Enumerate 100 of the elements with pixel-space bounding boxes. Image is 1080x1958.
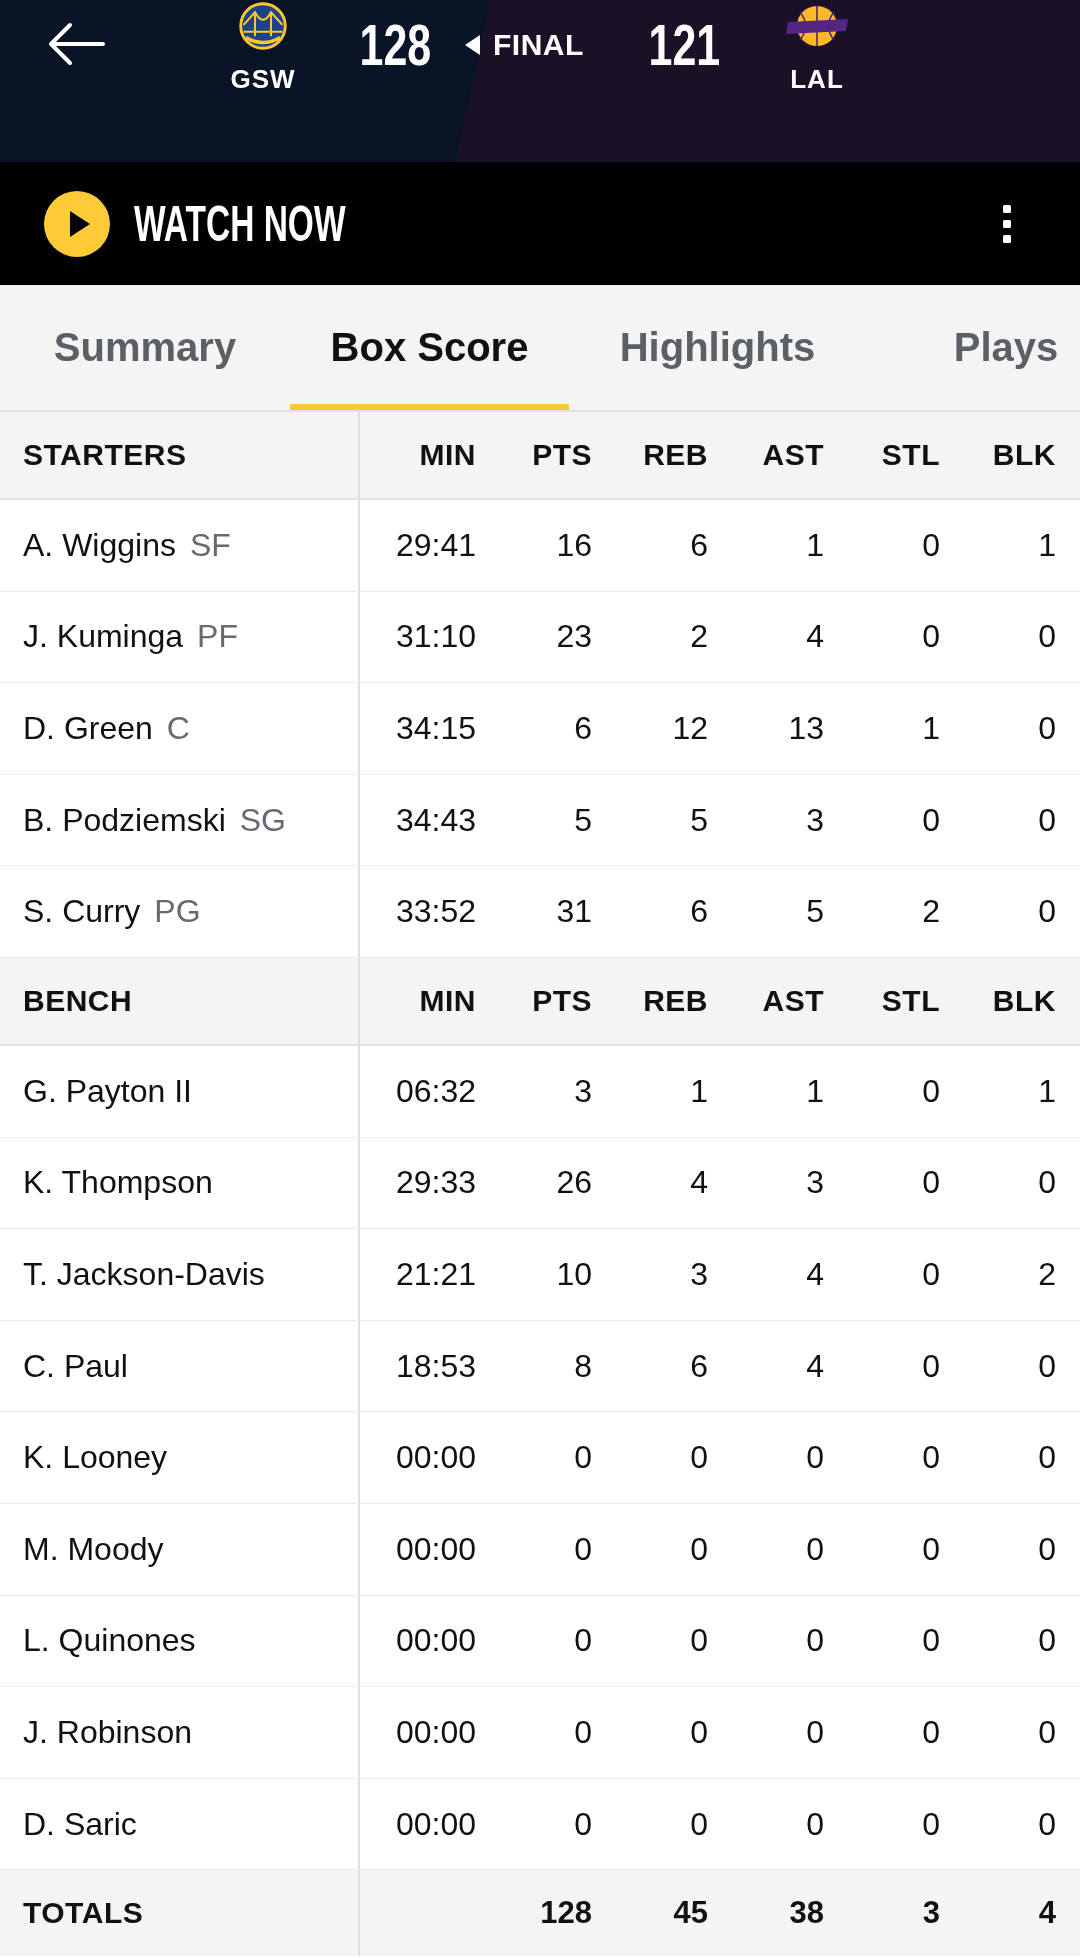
player-name: C. Paul bbox=[23, 1347, 128, 1385]
stat-value: 6 bbox=[690, 1347, 708, 1384]
stat-value: 31:10 bbox=[395, 618, 476, 655]
stat-value: 0 bbox=[690, 1805, 708, 1842]
column-header: STL bbox=[881, 438, 940, 471]
stat-value: 0 bbox=[922, 801, 940, 838]
stat-value: 0 bbox=[574, 1713, 592, 1750]
stat-value: 0 bbox=[1038, 893, 1056, 930]
total-value: 128 bbox=[540, 1895, 592, 1931]
stat-value: 1 bbox=[690, 1072, 708, 1109]
stat-value: 34:43 bbox=[395, 801, 476, 838]
player-name: D. Saric bbox=[23, 1805, 137, 1843]
player-position: SG bbox=[239, 801, 286, 839]
column-header: PTS bbox=[532, 438, 592, 471]
stat-value: 4 bbox=[806, 618, 824, 655]
column-header: AST bbox=[762, 438, 824, 471]
stat-value: 33:52 bbox=[395, 893, 476, 930]
stat-value: 2 bbox=[922, 893, 940, 930]
player-position: C bbox=[166, 710, 190, 747]
column-header: MIN bbox=[419, 438, 476, 471]
back-arrow-icon bbox=[47, 22, 105, 66]
player-name: D. Green bbox=[23, 710, 153, 747]
tab[interactable]: Highlights bbox=[569, 285, 866, 410]
stat-value: 0 bbox=[922, 1072, 940, 1109]
stat-value: 0 bbox=[922, 618, 940, 655]
stat-value: 3 bbox=[806, 1164, 824, 1201]
vertical-dots-icon bbox=[1003, 204, 1011, 243]
stat-value: 00:00 bbox=[395, 1530, 476, 1567]
game-status: FINAL bbox=[493, 28, 584, 62]
tab[interactable]: Plays bbox=[866, 285, 1080, 410]
stat-value: 1 bbox=[806, 1072, 824, 1109]
player-position: PF bbox=[197, 618, 238, 656]
stat-value: 8 bbox=[574, 1347, 592, 1384]
stat-value: 3 bbox=[690, 1255, 708, 1292]
stat-value: 0 bbox=[1038, 1530, 1056, 1567]
stat-value: 0 bbox=[922, 1347, 940, 1384]
stat-value: 0 bbox=[1038, 1713, 1056, 1750]
stat-value: 0 bbox=[1038, 1347, 1056, 1384]
stat-value: 00:00 bbox=[395, 1622, 476, 1659]
stat-value: 0 bbox=[690, 1622, 708, 1659]
stat-value: 0 bbox=[690, 1713, 708, 1750]
stat-value: 0 bbox=[922, 1530, 940, 1567]
column-header: AST bbox=[762, 983, 824, 1017]
stat-value: 26 bbox=[556, 1164, 592, 1201]
stat-value: 0 bbox=[574, 1805, 592, 1842]
stat-value: 18:53 bbox=[395, 1347, 476, 1384]
stat-value: 0 bbox=[806, 1530, 824, 1567]
bridge-logo-icon bbox=[239, 2, 287, 50]
team-abbreviation: LAL bbox=[790, 64, 844, 94]
totals-label: TOTALS bbox=[23, 1896, 144, 1931]
stat-value: 2 bbox=[1038, 1255, 1056, 1292]
column-header: REB bbox=[643, 438, 708, 471]
stat-value: 0 bbox=[922, 1164, 940, 1201]
stat-value: 16 bbox=[556, 526, 592, 563]
total-value: 38 bbox=[789, 1895, 824, 1931]
ball-logo-icon bbox=[785, 4, 849, 48]
stat-value: 0 bbox=[922, 526, 940, 563]
player-name: L. Quinones bbox=[23, 1622, 196, 1660]
player-position: SF bbox=[189, 526, 231, 564]
player-name: S. Curry bbox=[23, 893, 141, 931]
stat-value: 3 bbox=[806, 801, 824, 838]
player-name: T. Jackson-Davis bbox=[23, 1255, 265, 1293]
column-header: REB bbox=[643, 983, 708, 1017]
stat-value: 06:32 bbox=[395, 1072, 476, 1109]
player-name: B. Podziemski bbox=[23, 801, 226, 839]
column-header: BLK bbox=[992, 438, 1056, 471]
stat-value: 1 bbox=[1038, 1072, 1056, 1109]
player-name: M. Moody bbox=[23, 1530, 164, 1568]
stat-value: 0 bbox=[806, 1622, 824, 1659]
stat-value: 1 bbox=[922, 710, 940, 746]
stat-value: 21:21 bbox=[395, 1255, 476, 1292]
play-icon bbox=[44, 190, 110, 257]
stat-value: 0 bbox=[922, 1255, 940, 1292]
stat-value: 0 bbox=[690, 1530, 708, 1567]
section-title: BENCH bbox=[23, 983, 133, 1018]
stat-value: 0 bbox=[1038, 618, 1056, 655]
stat-value: 5 bbox=[806, 893, 824, 930]
back-button[interactable] bbox=[47, 22, 105, 66]
player-name: J. Kuminga bbox=[23, 618, 184, 656]
watch-now-button[interactable]: WATCH NOW bbox=[44, 183, 344, 264]
stat-value: 4 bbox=[806, 1255, 824, 1292]
stat-value: 0 bbox=[922, 1622, 940, 1659]
stat-value: 00:00 bbox=[395, 1713, 476, 1750]
stat-value: 0 bbox=[922, 1439, 940, 1476]
stat-value: 0 bbox=[1038, 1622, 1056, 1659]
stat-value: 2 bbox=[690, 618, 708, 655]
stat-value: 1 bbox=[1038, 526, 1056, 563]
stat-value: 6 bbox=[690, 893, 708, 930]
stat-value: 10 bbox=[556, 1255, 592, 1292]
stat-value: 0 bbox=[574, 1622, 592, 1659]
stat-value: 0 bbox=[1038, 710, 1056, 746]
stat-value: 0 bbox=[806, 1713, 824, 1750]
tab[interactable]: Summary bbox=[0, 285, 290, 410]
stat-value: 34:15 bbox=[395, 710, 476, 746]
stat-value: 5 bbox=[690, 801, 708, 838]
stat-value: 29:33 bbox=[395, 1164, 476, 1201]
player-name: A. Wiggins bbox=[23, 526, 176, 564]
stat-value: 0 bbox=[1038, 1439, 1056, 1476]
stat-value: 0 bbox=[1038, 1805, 1056, 1842]
stat-value: 13 bbox=[788, 710, 824, 746]
